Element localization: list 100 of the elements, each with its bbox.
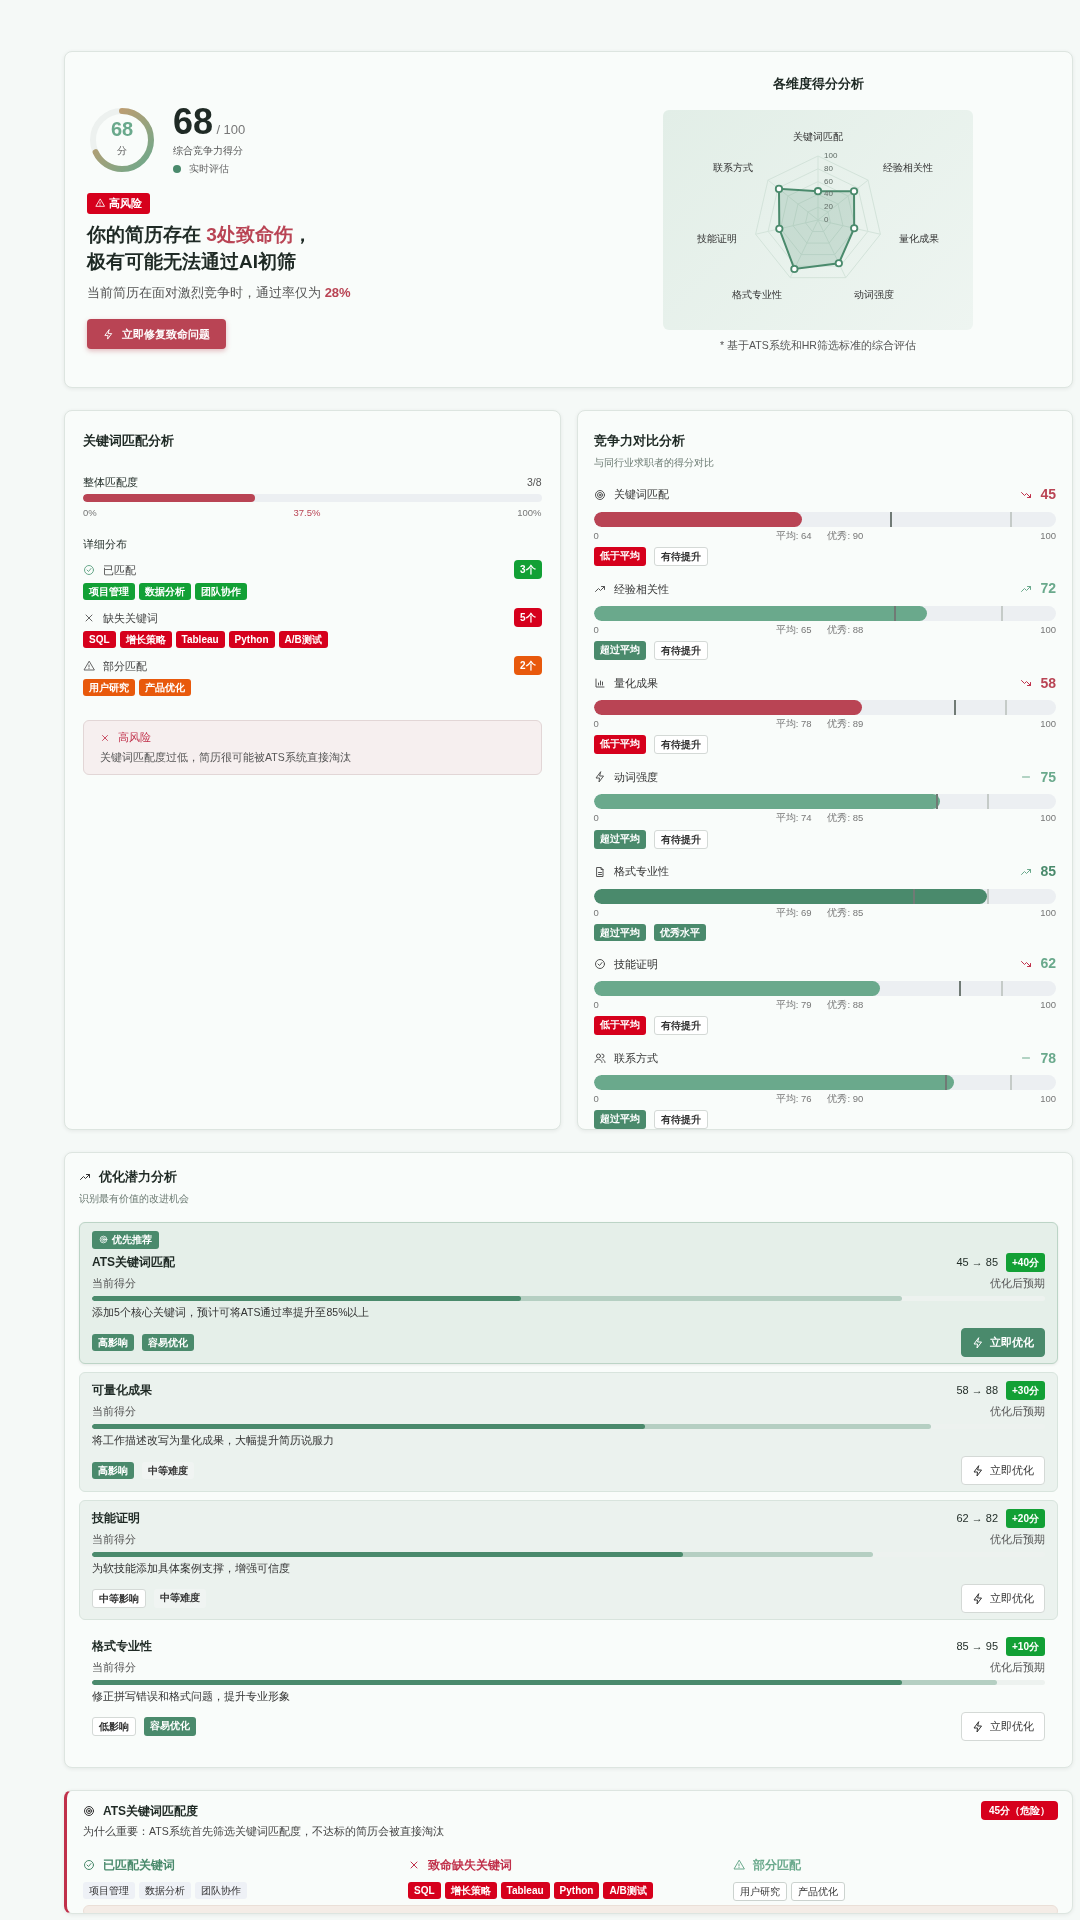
gain-badge: +20分: [1006, 1508, 1045, 1528]
dimension-label: 联系方式: [613, 1050, 658, 1066]
headline: 你的简历存在 3处致命伤， 极有可能无法通过AI初筛: [87, 223, 313, 274]
alert-title: 高风险: [118, 730, 151, 746]
keyword-tag: 团队协作: [195, 583, 247, 601]
keyword-tag: Python: [553, 1881, 600, 1899]
scale-label: 0: [593, 622, 599, 637]
status-tag: 有待提升: [653, 1016, 708, 1035]
tick-label: 0: [824, 214, 829, 224]
dimension-score: 45: [1040, 485, 1056, 504]
impact-tag: 低影响: [92, 1717, 136, 1736]
opportunity-title: 可量化成果: [92, 1382, 152, 1400]
status-tag: 低于平均: [593, 1016, 646, 1035]
fix-button[interactable]: 立即修复致命问题: [87, 318, 226, 350]
scale-label: 0: [593, 1092, 599, 1106]
keyword-tag: 用户研究: [732, 1881, 787, 1901]
group-label: 致命缺失关键词: [428, 1856, 512, 1874]
scale-label: 100: [1040, 997, 1056, 1012]
opportunity-description: 添加5个核心关键词，预计可将ATS通过率提升至85%以上: [92, 1304, 371, 1320]
count-badge: 5个: [513, 608, 542, 628]
status-tag: 有待提升: [653, 641, 708, 660]
optimize-button[interactable]: 立即优化: [961, 1456, 1045, 1485]
chart-footnote: * 基于ATS系统和HR筛选标准的综合评估: [720, 337, 916, 353]
keyword-tag: SQL: [408, 1881, 441, 1899]
status-tag: 超过平均: [593, 1110, 646, 1130]
dimension-score: 75: [1040, 767, 1056, 787]
overall-label: 整体匹配度: [83, 474, 138, 490]
gain-badge: +10分: [1006, 1636, 1045, 1656]
opportunity-description: 为软技能添加具体案例支撑，增强可信度: [92, 1560, 291, 1576]
impact-tag: 高影响: [92, 1334, 134, 1351]
opportunity-description: 修正拼写错误和格式问题，提升专业形象: [92, 1688, 291, 1704]
tick-label: 80: [824, 163, 833, 173]
keyword-tag: 数据分析: [139, 583, 191, 601]
expected-label: 优化后预期: [990, 1659, 1045, 1675]
average-label: 平均: 69: [775, 905, 812, 920]
scale-label: 0: [593, 905, 599, 920]
status-tag: 超过平均: [593, 923, 646, 941]
optimize-button[interactable]: 立即优化: [961, 1584, 1045, 1613]
count-badge: 2个: [513, 656, 542, 676]
dimension-label: 技能证明: [613, 956, 658, 972]
current-label: 当前得分: [92, 1275, 136, 1291]
group-label: 已匹配: [103, 562, 136, 578]
status-tag: 超过平均: [593, 829, 646, 849]
axis-label: 技能证明: [696, 232, 737, 243]
dimension-label: 经验相关性: [613, 581, 669, 597]
excellent-label: 优秀: 88: [827, 622, 864, 637]
dimension-score: 78: [1040, 1048, 1056, 1068]
excellent-label: 优秀: 85: [827, 811, 864, 826]
axis-label: 经验相关性: [883, 161, 934, 173]
tick-label: 20: [824, 201, 833, 211]
section-label: 详细分布: [83, 536, 128, 552]
keyword-tag: 项目管理: [83, 583, 135, 601]
average-label: 平均: 65: [775, 622, 812, 637]
score-change: 62 → 82: [956, 1511, 999, 1526]
opportunity-title: ATS关键词匹配: [92, 1254, 176, 1272]
axis-label: 联系方式: [712, 161, 753, 173]
card-subtitle: 为什么重要：ATS系统首先筛选关键词匹配度，不达标的简历会被直接淘汰: [83, 1824, 445, 1839]
score-max: / 100: [216, 122, 246, 137]
match-ratio: 3/8: [526, 474, 542, 490]
excellent-label: 优秀: 89: [827, 717, 864, 731]
keyword-tag: SQL: [83, 631, 116, 649]
group-label: 部分匹配: [103, 658, 147, 674]
live-label: 实时评估: [189, 162, 229, 177]
alert-text: 关键词匹配度过低，简历很可能被ATS系统直接淘汰: [100, 749, 352, 765]
keyword-tag: 用户研究: [83, 679, 135, 697]
pass-rate-text: 当前简历在面对激烈竞争时，通过率仅为 28%: [87, 284, 352, 303]
card-title: 优化潜力分析: [99, 1168, 177, 1186]
impact-tag: 中等影响: [92, 1589, 146, 1608]
total-score: 68: [173, 101, 214, 142]
average-label: 平均: 74: [775, 811, 812, 826]
scale-label: 0: [593, 811, 599, 826]
impact-tag: 中等难度: [154, 1589, 206, 1608]
card-subtitle: 与同行业求职者的得分对比: [593, 455, 715, 470]
chart-title: 各维度得分分析: [772, 75, 864, 93]
dimension-score: 85: [1040, 862, 1056, 881]
keyword-tag: A/B测试: [603, 1881, 653, 1899]
group-label: 部分匹配: [752, 1856, 801, 1874]
average-label: 平均: 79: [775, 997, 812, 1012]
scale-label: 100: [1040, 811, 1056, 826]
optimize-button[interactable]: 立即优化: [961, 1328, 1045, 1357]
keyword-tag: Tableau: [500, 1881, 550, 1899]
keyword-tag: 增长策略: [444, 1881, 497, 1899]
score-change: 58 → 88: [956, 1383, 999, 1398]
expected-label: 优化后预期: [990, 1531, 1045, 1547]
keyword-tag: 团队协作: [195, 1881, 247, 1899]
scale-label: 100: [1040, 717, 1056, 731]
current-label: 当前得分: [92, 1659, 136, 1675]
status-tag: 低于平均: [593, 735, 646, 755]
keyword-tag: 数据分析: [139, 1881, 191, 1899]
scale-label: 0: [593, 717, 599, 731]
card-title: 关键词匹配分析: [83, 432, 175, 450]
dimension-label: 动词强度: [613, 770, 658, 785]
axis-label: 格式专业性: [731, 288, 782, 300]
scale-label: 37.5%: [293, 506, 321, 521]
tick-label: 100: [824, 150, 838, 160]
keyword-tag: Python: [228, 631, 275, 649]
optimize-button[interactable]: 立即优化: [961, 1712, 1045, 1741]
impact-tag: 中等难度: [142, 1462, 194, 1479]
keyword-tag: 项目管理: [83, 1881, 135, 1899]
scale-label: 0: [593, 528, 599, 543]
